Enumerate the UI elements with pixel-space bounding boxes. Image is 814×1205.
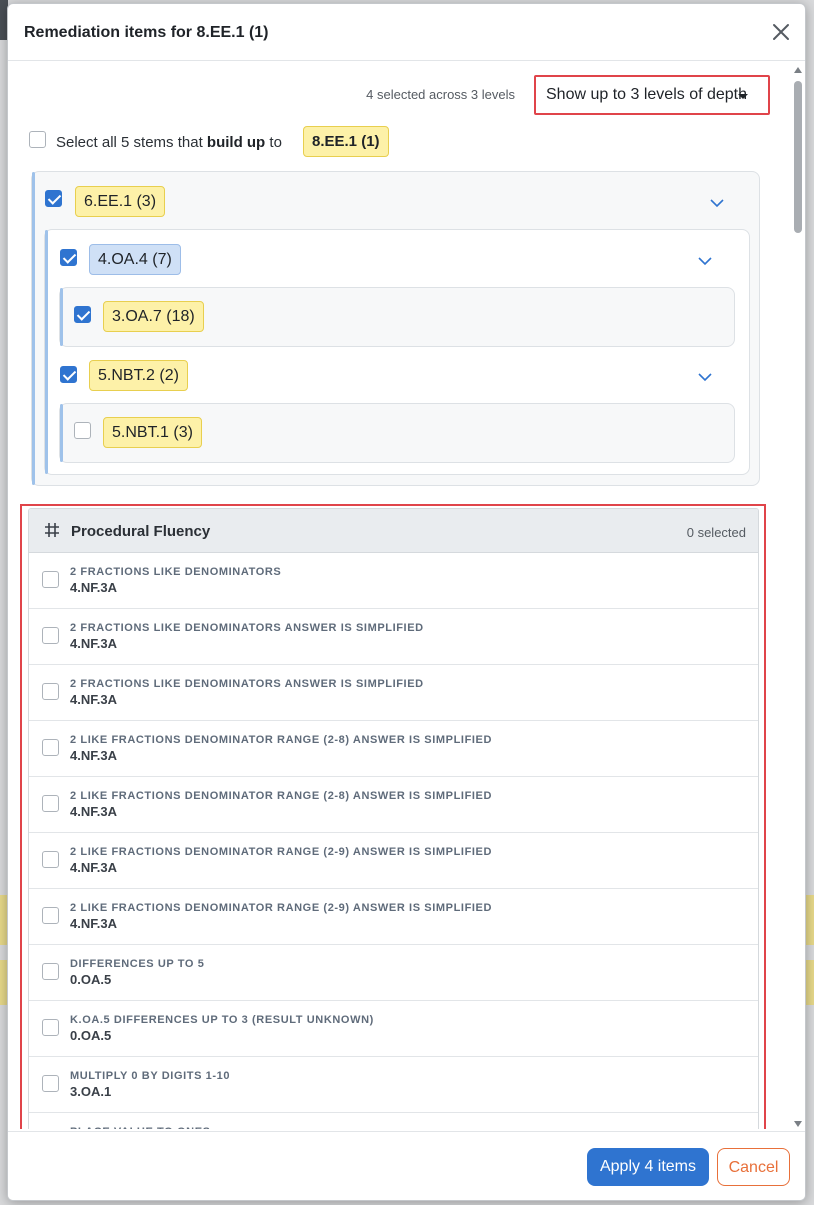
item-code: 4.NF.3A <box>70 692 117 707</box>
modal-scrollbar[interactable] <box>791 61 805 1131</box>
hashtag-icon <box>45 523 59 537</box>
list-item[interactable]: 2 fractions like denominators 4.NF.3A <box>29 553 758 609</box>
list-item[interactable]: K.OA.5 differences up to 3 (result unkno… <box>29 1001 758 1057</box>
item-checkbox[interactable] <box>42 571 59 588</box>
modal-footer: Apply 4 items Cancel <box>8 1131 805 1200</box>
list-item[interactable]: 2 like fractions denominator range (2-8)… <box>29 777 758 833</box>
select-all-label: Select all 5 stems that build up to <box>56 134 282 151</box>
item-title: 2 like fractions denominator range (2-8)… <box>70 790 493 802</box>
list-item[interactable]: 2 like fractions denominator range (2-8)… <box>29 721 758 777</box>
apply-button[interactable]: Apply 4 items <box>587 1148 709 1186</box>
close-icon <box>773 24 789 40</box>
item-code: 4.NF.3A <box>70 748 117 763</box>
item-title: 2 fractions like denominators answer is … <box>70 678 424 690</box>
select-all-prefix: Select all 5 stems that <box>56 134 207 151</box>
backdrop-strip <box>806 895 814 945</box>
item-checkbox[interactable] <box>42 851 59 868</box>
item-checkbox[interactable] <box>42 739 59 756</box>
tree-level1-box: 6.EE.1 (3) 4.OA.4 (7) 3.OA.7 (18) 5.NBT.… <box>31 171 760 486</box>
item-code: 4.NF.3A <box>70 860 117 875</box>
tree-level2-box: 4.OA.4 (7) 3.OA.7 (18) 5.NBT.2 (2) 5.NBT… <box>44 229 750 475</box>
backdrop-strip <box>806 960 814 1005</box>
item-title: 2 like fractions denominator range (2-8)… <box>70 734 493 746</box>
item-code: 4.NF.3A <box>70 580 117 595</box>
list-item[interactable]: 2 fractions like denominators answer is … <box>29 609 758 665</box>
item-code: 4.NF.3A <box>70 916 117 931</box>
selected-summary: 4 selected across 3 levels <box>366 87 515 102</box>
badge-4oa4: 4.OA.4 (7) <box>89 244 181 275</box>
scroll-up-icon[interactable] <box>794 67 802 73</box>
modal-body: 4 selected across 3 levels Show up to 3 … <box>8 61 793 1129</box>
scroll-thumb[interactable] <box>794 81 802 233</box>
modal-title: Remediation items for 8.EE.1 (1) <box>24 24 269 41</box>
tree-level3-box: 3.OA.7 (18) <box>59 287 735 347</box>
target-standard-badge: 8.EE.1 (1) <box>303 126 389 157</box>
procedural-fluency-title: Procedural Fluency <box>71 523 211 540</box>
caret-down-icon <box>738 94 748 99</box>
depth-dropdown-label: Show up to 3 levels of depth <box>546 86 748 103</box>
scroll-down-icon[interactable] <box>794 1121 802 1127</box>
list-item[interactable]: Differences up to 5 0.OA.5 <box>29 945 758 1001</box>
item-code: 3.OA.1 <box>70 1084 112 1099</box>
tree-level3-box: 5.NBT.1 (3) <box>59 403 735 463</box>
select-all-bold: build up <box>206 134 266 151</box>
select-all-checkbox[interactable] <box>29 131 46 148</box>
procedural-fluency-list: 2 fractions like denominators 4.NF.3A 2 fr… <box>29 553 758 1129</box>
item-code: 4.NF.3A <box>70 804 117 819</box>
modal-header: Remediation items for 8.EE.1 (1) <box>8 4 805 61</box>
item-checkbox[interactable] <box>42 795 59 812</box>
badge-3oa7: 3.OA.7 (18) <box>103 301 204 332</box>
select-all-suffix: to <box>265 134 282 151</box>
checkbox-5nbt2[interactable] <box>60 366 77 383</box>
list-item[interactable]: 2 like fractions denominator range (2-9)… <box>29 833 758 889</box>
chevron-down-icon[interactable] <box>710 198 724 208</box>
chevron-down-icon[interactable] <box>698 256 712 266</box>
item-title: 2 fractions like denominators answer is … <box>70 622 424 634</box>
remediation-modal: Remediation items for 8.EE.1 (1) 4 selec… <box>7 3 806 1201</box>
tree-level3-indicator <box>60 288 63 346</box>
list-item[interactable]: 2 like fractions denominator range (2-9)… <box>29 889 758 945</box>
item-checkbox[interactable] <box>42 907 59 924</box>
checkbox-5nbt1[interactable] <box>74 422 91 439</box>
checkbox-3oa7[interactable] <box>74 306 91 323</box>
tree-level3-indicator <box>60 404 63 462</box>
procedural-fluency-header[interactable]: Procedural Fluency 0 selected <box>29 509 758 553</box>
close-button[interactable] <box>769 20 793 44</box>
badge-6ee1: 6.EE.1 (3) <box>75 186 166 217</box>
item-code: 0.OA.5 <box>70 972 112 987</box>
procedural-fluency-count: 0 selected <box>686 525 746 540</box>
badge-5nbt1: 5.NBT.1 (3) <box>103 417 202 448</box>
procedural-fluency-panel: Procedural Fluency 0 selected 2 fraction… <box>28 508 759 1129</box>
item-checkbox[interactable] <box>42 627 59 644</box>
item-title: 2 like fractions denominator range (2-9)… <box>70 846 493 858</box>
item-title: K.OA.5 differences up to 3 (result unkno… <box>70 1014 374 1026</box>
item-code: 4.NF.3A <box>70 636 117 651</box>
checkbox-6ee1[interactable] <box>45 190 62 207</box>
item-checkbox[interactable] <box>42 1075 59 1092</box>
list-item[interactable]: Place value to ones <box>29 1113 758 1129</box>
badge-5nbt2: 5.NBT.2 (2) <box>89 360 188 391</box>
cancel-button[interactable]: Cancel <box>717 1148 790 1186</box>
list-item[interactable]: Multiply 0 by digits 1-10 3.OA.1 <box>29 1057 758 1113</box>
checkbox-4oa4[interactable] <box>60 249 77 266</box>
depth-dropdown[interactable]: Show up to 3 levels of depth <box>534 75 770 115</box>
item-title: Differences up to 5 <box>70 958 205 970</box>
item-title: 2 fractions like denominators <box>70 566 282 578</box>
item-checkbox[interactable] <box>42 1019 59 1036</box>
chevron-down-icon[interactable] <box>698 372 712 382</box>
item-code: 0.OA.5 <box>70 1028 112 1043</box>
tree-level2-indicator <box>45 230 48 474</box>
tree-level1-indicator <box>32 172 35 485</box>
item-title: Place value to ones <box>70 1126 211 1129</box>
item-checkbox[interactable] <box>42 683 59 700</box>
item-checkbox[interactable] <box>42 963 59 980</box>
item-title: 2 like fractions denominator range (2-9)… <box>70 902 493 914</box>
list-item[interactable]: 2 fractions like denominators answer is … <box>29 665 758 721</box>
item-title: Multiply 0 by digits 1-10 <box>70 1070 231 1082</box>
